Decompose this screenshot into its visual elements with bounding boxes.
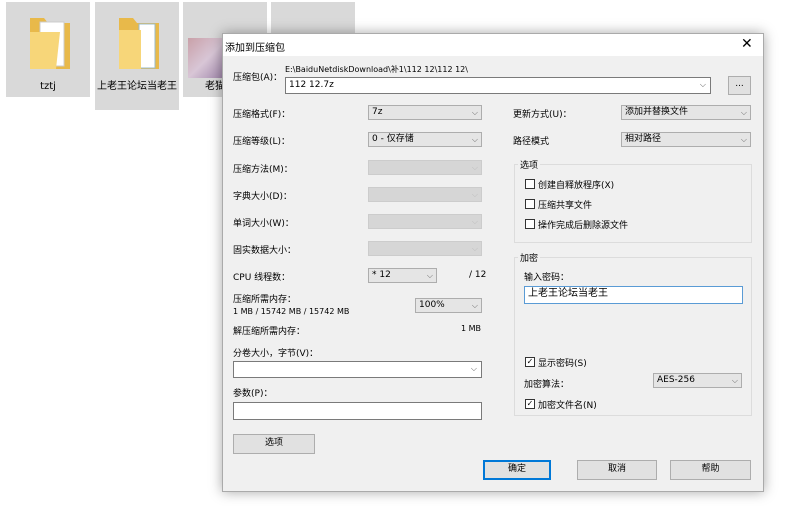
- add-to-archive-dialog: 添加到压缩包 ✕ 压缩包(A)： E:\BaiduNetdiskDownload…: [222, 33, 764, 492]
- password-value: 上老王论坛当老王: [528, 288, 608, 299]
- decomp-value: 1 MB: [461, 324, 482, 333]
- close-icon[interactable]: ✕: [741, 36, 753, 52]
- enc-method-value: AES-256: [657, 375, 695, 385]
- desktop-item-label: tztj: [40, 81, 56, 92]
- chevron-down-icon: ⌵: [471, 163, 478, 172]
- level-value: 0 - 仅存储: [372, 134, 414, 144]
- update-value: 添加并替换文件: [625, 107, 689, 117]
- shared-checkbox[interactable]: [525, 199, 535, 209]
- solid-label: 固实数据大小：: [233, 246, 297, 256]
- cpu-select[interactable]: * 12 ⌵: [368, 268, 437, 283]
- update-label: 更新方式(U)：: [513, 110, 572, 120]
- mem-percent-select[interactable]: 100% ⌵: [415, 298, 482, 313]
- method-select: ⌵: [368, 160, 482, 175]
- browse-button[interactable]: ...: [728, 76, 751, 95]
- dict-select: ⌵: [368, 187, 482, 202]
- encryption-group-label: 加密: [518, 251, 541, 264]
- split-size-combo[interactable]: ⌵: [233, 361, 482, 378]
- chevron-down-icon: ⌵: [471, 244, 478, 253]
- chevron-down-icon: ⌵: [740, 135, 747, 144]
- archive-name-value: 112 12.7z: [289, 80, 334, 90]
- solid-select: ⌵: [368, 241, 482, 256]
- sfx-checkbox[interactable]: [525, 179, 535, 189]
- mem-percent-value: 100%: [419, 300, 445, 310]
- chevron-down-icon: ⌵: [426, 271, 433, 280]
- password-label: 输入密码：: [524, 273, 570, 283]
- format-label: 压缩格式(F)：: [233, 110, 291, 120]
- decomp-label: 解压缩所需内存：: [233, 327, 306, 337]
- cpu-value: * 12: [372, 270, 391, 280]
- chevron-down-icon: ⌵: [699, 80, 706, 89]
- delete-checkbox[interactable]: [525, 219, 535, 229]
- cpu-label: CPU 线程数：: [233, 273, 291, 283]
- desktop-item-tztj[interactable]: tztj: [6, 2, 90, 97]
- ok-button[interactable]: 确定: [483, 460, 551, 480]
- delete-label: 操作完成后删除源文件: [538, 221, 629, 231]
- update-mode-select[interactable]: 添加并替换文件 ⌵: [621, 105, 751, 120]
- password-input[interactable]: 上老王论坛当老王: [524, 286, 743, 304]
- desktop-item-folder[interactable]: 上老王论坛当老王: [95, 2, 179, 110]
- dict-label: 字典大小(D)：: [233, 192, 292, 202]
- method-label: 压缩方法(M)：: [233, 165, 293, 175]
- cancel-button[interactable]: 取消: [577, 460, 657, 480]
- enc-method-label: 加密算法：: [524, 380, 570, 390]
- format-select[interactable]: 7z ⌵: [368, 105, 482, 120]
- folder-icon: [30, 18, 70, 69]
- chevron-down-icon: ⌵: [471, 108, 478, 117]
- chevron-down-icon: ⌵: [471, 301, 478, 310]
- dialog-title: 添加到压缩包: [225, 43, 285, 54]
- folder-icon: [119, 18, 159, 69]
- options-group-label: 选项: [518, 158, 541, 171]
- encryption-group: 加密 输入密码： 上老王论坛当老王 ✓ 显示密码(S) 加密算法： AES-25…: [514, 251, 752, 416]
- show-password-label: 显示密码(S): [538, 359, 587, 369]
- mem-label: 压缩所需内存：: [233, 295, 297, 305]
- chevron-down-icon: ⌵: [471, 135, 478, 144]
- word-label: 单词大小(W)：: [233, 219, 294, 229]
- path-value: 相对路径: [625, 134, 662, 144]
- split-label: 分卷大小，字节(V)：: [233, 349, 319, 359]
- format-value: 7z: [372, 107, 383, 117]
- archive-path: E:\BaiduNetdiskDownload\补1\112 12\112 12…: [285, 65, 468, 74]
- cpu-max: / 12: [469, 270, 487, 280]
- options-button[interactable]: 选项: [233, 434, 315, 454]
- encrypt-names-checkbox[interactable]: ✓: [525, 399, 535, 409]
- encrypt-names-label: 加密文件名(N): [538, 401, 597, 411]
- archive-name-combo[interactable]: 112 12.7z ⌵: [285, 77, 711, 94]
- chevron-down-icon: ⌵: [471, 190, 478, 199]
- shared-label: 压缩共享文件: [538, 201, 593, 211]
- chevron-down-icon: ⌵: [470, 364, 477, 373]
- show-password-checkbox[interactable]: ✓: [525, 357, 535, 367]
- chevron-down-icon: ⌵: [471, 217, 478, 226]
- title-bar: 添加到压缩包 ✕: [223, 34, 763, 56]
- sfx-label: 创建自释放程序(X): [538, 181, 615, 191]
- chevron-down-icon: ⌵: [731, 376, 738, 385]
- path-mode-select[interactable]: 相对路径 ⌵: [621, 132, 751, 147]
- enc-method-select[interactable]: AES-256 ⌵: [653, 373, 742, 388]
- mem-value: 1 MB / 15742 MB / 15742 MB: [233, 307, 350, 316]
- path-label: 路径模式: [513, 137, 550, 147]
- chevron-down-icon: ⌵: [740, 108, 747, 117]
- options-group: 选项 创建自释放程序(X) 压缩共享文件 操作完成后删除源文件: [514, 158, 752, 243]
- level-label: 压缩等级(L)：: [233, 137, 291, 147]
- params-label: 参数(P)：: [233, 389, 273, 399]
- archive-label: 压缩包(A)：: [233, 73, 283, 83]
- help-button[interactable]: 帮助: [670, 460, 751, 480]
- word-select: ⌵: [368, 214, 482, 229]
- level-select[interactable]: 0 - 仅存储 ⌵: [368, 132, 482, 147]
- params-input[interactable]: [233, 402, 482, 420]
